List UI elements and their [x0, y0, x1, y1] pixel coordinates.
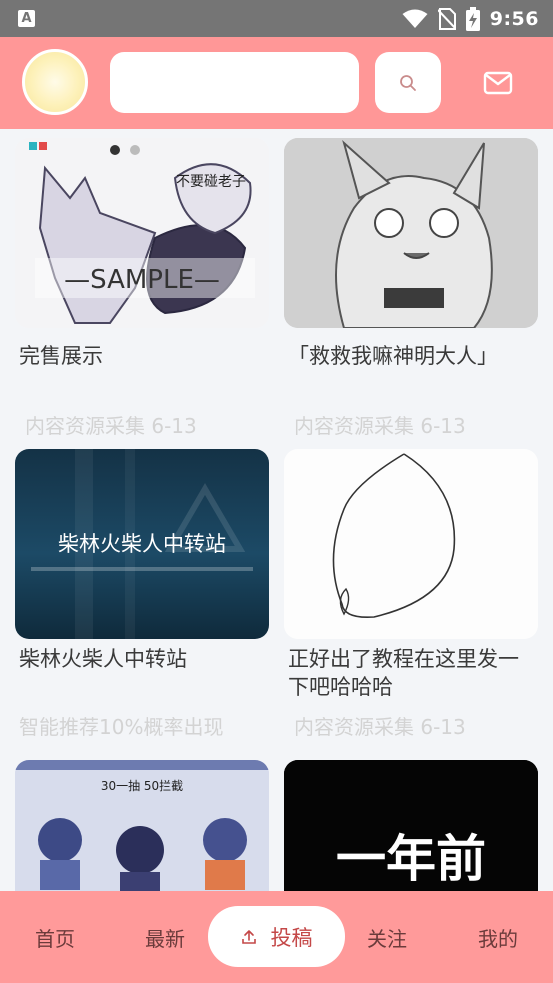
post-title[interactable]: 柴林火柴人中转站: [19, 645, 269, 673]
post-source: 智能推荐10%概率出现: [19, 715, 224, 739]
upload-icon: [241, 929, 256, 944]
thumbnail-caption: 30一抽 50拦截: [101, 779, 183, 793]
no-sim-icon: [437, 7, 456, 30]
post-thumbnail[interactable]: 30一抽 50拦截: [15, 760, 269, 891]
app-notification-icon: A: [18, 10, 35, 27]
wifi-icon: [402, 9, 428, 28]
nav-mine[interactable]: 我的: [443, 891, 553, 983]
thumbnail-caption: 一年前: [336, 830, 486, 888]
nav-follow[interactable]: 关注: [345, 891, 429, 983]
post-thumbnail[interactable]: [284, 138, 538, 328]
status-bar: A 9:56: [0, 0, 553, 37]
thumbnail-caption: 不要碰老子: [176, 174, 246, 190]
post-feed: —SAMPLE— 不要碰老子 完售展示 内容资源采集 6-13 「救救我嘛神明大…: [0, 129, 553, 891]
post-source: 内容资源采集 6-13: [25, 414, 197, 438]
search-icon: [400, 74, 416, 91]
nav-home[interactable]: 首页: [0, 891, 110, 983]
thumbnail-caption: 柴林火柴人中转站: [58, 532, 226, 556]
post-source: 内容资源采集 6-13: [294, 715, 466, 739]
search-button[interactable]: [375, 52, 441, 113]
post-thumbnail[interactable]: [284, 449, 538, 639]
avatar[interactable]: [22, 49, 88, 115]
post-title[interactable]: 完售展示: [19, 342, 269, 370]
post-title[interactable]: 「救救我嘛神明大人」: [288, 342, 538, 370]
watermark-sample: —SAMPLE—: [64, 265, 220, 295]
nav-post-button[interactable]: 投稿: [208, 906, 345, 967]
post-source: 内容资源采集 6-13: [294, 414, 466, 438]
app-header: [0, 37, 553, 129]
clock: 9:56: [489, 7, 539, 30]
battery-charging-icon: [465, 6, 480, 31]
messages-button[interactable]: [478, 68, 518, 98]
nav-post-label: 投稿: [270, 925, 313, 950]
post-thumbnail[interactable]: 柴林火柴人中转站: [15, 449, 269, 639]
post-thumbnail[interactable]: —SAMPLE— 不要碰老子: [15, 138, 269, 328]
bottom-nav: 首页 最新 投稿 关注 我的: [0, 891, 553, 983]
post-thumbnail[interactable]: 一年前: [284, 760, 538, 891]
mail-icon: [483, 71, 513, 95]
post-title[interactable]: 正好出了教程在这里发一下吧哈哈哈: [288, 645, 538, 701]
nav-latest[interactable]: 最新: [110, 891, 220, 983]
search-input[interactable]: [110, 52, 359, 113]
